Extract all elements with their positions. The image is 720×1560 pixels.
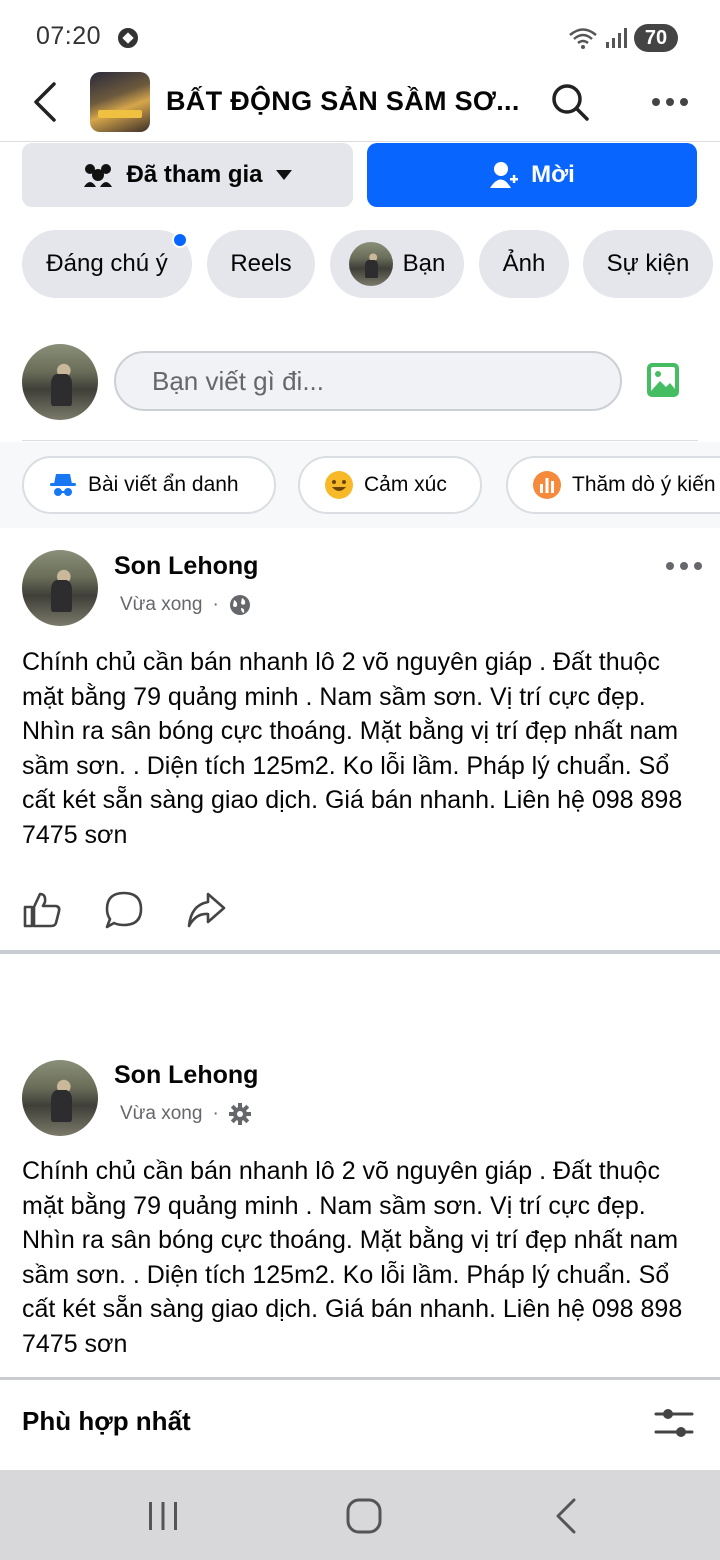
globe-icon — [229, 595, 250, 615]
meta-separator: · — [212, 1103, 219, 1124]
post-text: Chính chủ cần bán nhanh lô 2 võ nguyên g… — [22, 1157, 683, 1358]
chip-events[interactable]: Sự kiện — [583, 230, 713, 298]
chip-label: Reels — [230, 250, 292, 277]
comment-icon[interactable] — [104, 890, 144, 930]
anonymous-icon — [50, 474, 76, 496]
signal-icon — [606, 28, 627, 48]
members-icon — [84, 164, 113, 187]
more-icon[interactable] — [664, 560, 704, 572]
divider — [22, 440, 698, 441]
post-text: Chính chủ cần bán nhanh lô 2 võ nguyên g… — [22, 648, 683, 849]
chip-label: Sự kiện — [606, 250, 690, 277]
status-icons: 70 — [568, 24, 678, 52]
group-avatar[interactable] — [90, 72, 150, 132]
post-author[interactable]: Son Lehong — [114, 1061, 258, 1090]
gear-icon — [228, 1103, 251, 1125]
joined-button[interactable]: Đã tham gia — [22, 143, 353, 207]
chip-label: Ảnh — [502, 250, 546, 277]
photo-icon[interactable] — [646, 362, 680, 398]
like-icon[interactable] — [22, 890, 62, 930]
battery-level: 70 — [644, 26, 668, 49]
post-author[interactable]: Son Lehong — [114, 552, 258, 581]
share-icon[interactable] — [186, 890, 226, 930]
status-time: 07:20 — [36, 22, 102, 50]
filter-icon[interactable] — [654, 1406, 694, 1440]
system-navbar — [0, 1470, 720, 1560]
avatar[interactable] — [22, 1060, 98, 1136]
composer-placeholder: Bạn viết gì đi... — [152, 365, 324, 396]
recent-apps-icon[interactable] — [141, 1494, 185, 1538]
wifi-icon — [569, 28, 597, 49]
caret-down-icon — [275, 170, 292, 180]
chip-photos[interactable]: Ảnh — [479, 230, 569, 298]
composer-input[interactable]: Bạn viết gì đi... — [114, 351, 622, 411]
invite-button[interactable]: Mời — [367, 143, 697, 207]
add-person-icon — [490, 162, 519, 188]
post-meta: Vừa xong · — [120, 594, 251, 616]
post-time[interactable]: Vừa xong — [120, 594, 202, 616]
post-separator — [0, 1377, 720, 1380]
notification-dot — [172, 232, 188, 248]
action-label: Cảm xúc — [364, 473, 447, 496]
chip-label: Đáng chú ý — [46, 250, 168, 277]
soccer-ball-icon — [118, 28, 138, 48]
emoji-icon — [325, 471, 353, 499]
meta-separator: · — [212, 594, 219, 615]
battery-icon: 70 — [634, 24, 678, 52]
chip-label: Bạn — [402, 250, 446, 277]
avatar[interactable] — [22, 344, 98, 420]
post-time[interactable]: Vừa xong — [120, 1103, 202, 1125]
invite-label: Mời — [531, 161, 575, 188]
poll-icon — [533, 471, 561, 499]
chip-featured[interactable]: Đáng chú ý — [22, 230, 192, 298]
search-icon[interactable] — [550, 82, 590, 122]
post-separator — [0, 950, 720, 954]
action-label: Thăm dò ý kiến — [572, 473, 716, 496]
back-icon[interactable] — [28, 80, 64, 124]
sort-label[interactable]: Phù hợp nhất — [22, 1406, 191, 1437]
joined-label: Đã tham gia — [126, 161, 263, 188]
more-icon[interactable] — [650, 92, 690, 112]
avatar — [348, 242, 393, 286]
chip-reels[interactable]: Reels — [207, 230, 315, 298]
anonymous-post-button[interactable]: Bài viết ẩn danh — [22, 456, 276, 514]
post-meta: Vừa xong · — [120, 1103, 251, 1125]
avatar[interactable] — [22, 550, 98, 626]
home-icon[interactable] — [342, 1494, 386, 1538]
back-nav-icon[interactable] — [546, 1494, 590, 1538]
poll-button[interactable]: Thăm dò ý kiến — [506, 456, 720, 514]
feeling-button[interactable]: Cảm xúc — [298, 456, 482, 514]
chip-friends[interactable]: Bạn — [330, 230, 464, 298]
action-label: Bài viết ẩn danh — [88, 473, 239, 496]
group-title[interactable]: BẤT ĐỘNG SẢN SẦM SƠ... — [166, 86, 520, 117]
group-header: BẤT ĐỘNG SẢN SẦM SƠ... — [0, 62, 720, 142]
